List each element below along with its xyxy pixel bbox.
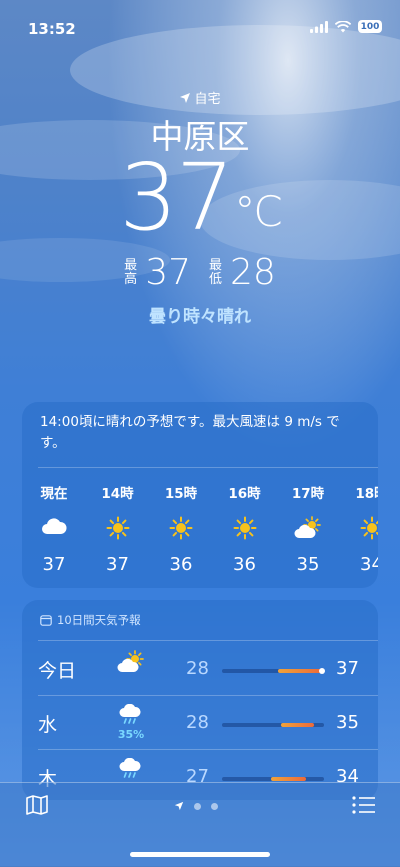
- cloud-icon: [24, 516, 84, 540]
- hour-label: 15時: [164, 486, 198, 502]
- status-icons: 100: [310, 20, 382, 33]
- hour-temp: 34: [360, 554, 378, 575]
- signal-icon: [310, 20, 328, 33]
- hour-label: 16時: [228, 486, 261, 502]
- temp-range-fill: [278, 669, 322, 673]
- hour-item: 17時 35: [278, 482, 338, 575]
- temp-value: 37: [119, 144, 234, 251]
- page-indicator[interactable]: [174, 801, 218, 811]
- location-arrow-icon: [180, 92, 191, 103]
- day-high: 37: [336, 658, 359, 679]
- home-label: 自宅: [194, 92, 221, 107]
- hour-label: 現在: [40, 486, 68, 502]
- calendar-icon: [40, 615, 52, 626]
- high-low: 最高 37 最低 28: [0, 255, 400, 291]
- hour-temp: 37: [42, 554, 66, 575]
- hourly-strip[interactable]: 現在 37 14時 37 15時 36 16時 36 17時 35 18時 34: [22, 482, 378, 582]
- rain-cloud-icon: [114, 757, 148, 784]
- day-low: 28: [186, 712, 209, 733]
- day-name: 水: [38, 714, 58, 736]
- status-time: 13:52: [28, 20, 76, 38]
- hour-label: 18時: [355, 486, 378, 502]
- high-temp: 37: [145, 252, 191, 293]
- temp-unit: °C: [234, 187, 282, 236]
- hour-item: 16時 36: [215, 482, 275, 575]
- high-label: 最高: [124, 259, 137, 287]
- hour-temp: 36: [233, 554, 256, 575]
- row-divider: [38, 749, 378, 750]
- hourly-divider: [38, 467, 378, 468]
- hour-item: 18時 34: [342, 482, 378, 575]
- rain-cloud-icon: 35%: [114, 703, 148, 741]
- daily-title-text: 10日間天気予報: [57, 613, 141, 627]
- precip-chance: 35%: [117, 728, 145, 741]
- hourly-forecast-card[interactable]: 14:00頃に晴れの予想です。最大風速は 9 m/s です。 現在 37 14時 37…: [22, 402, 378, 588]
- temp-range-fill: [281, 723, 314, 727]
- current-temp-dot: [318, 668, 325, 674]
- page-dot[interactable]: [211, 802, 218, 810]
- hour-temp: 36: [169, 554, 193, 575]
- row-divider: [38, 695, 378, 696]
- sun-icon: [88, 516, 148, 540]
- hour-label: 14時: [101, 486, 134, 502]
- hour-temp: 37: [106, 554, 129, 575]
- location-page-icon[interactable]: [174, 801, 184, 811]
- list-icon[interactable]: [352, 796, 376, 814]
- forecast-summary: 14:00頃に晴れの予想です。最大風速は 9 m/s です。: [40, 414, 340, 451]
- low-label: 最低: [209, 259, 222, 287]
- low-temp: 28: [230, 252, 276, 293]
- low-label-top: 最: [209, 258, 223, 273]
- partly-cloudy-icon: [114, 650, 148, 678]
- battery-indicator: 100: [358, 20, 382, 33]
- low-label-bottom: 低: [209, 272, 223, 287]
- day-row[interactable]: 今日 28 37: [22, 648, 378, 688]
- high-label-bottom: 高: [124, 272, 138, 287]
- home-indicator[interactable]: [130, 852, 270, 857]
- sun-icon: [151, 516, 211, 540]
- day-row[interactable]: 水 35% 28 35: [22, 702, 378, 742]
- hour-item: 14時 37: [88, 482, 148, 575]
- sun-icon: [215, 516, 275, 540]
- partly-cloudy-icon: [278, 516, 338, 540]
- day-name: 今日: [38, 660, 77, 682]
- day-low: 28: [186, 658, 209, 679]
- hour-temp: 35: [296, 554, 320, 575]
- temp-range-bar: [222, 777, 324, 781]
- hour-label: 17時: [291, 486, 325, 502]
- daily-forecast-card[interactable]: 10日間天気予報 今日 28 37 水 35% 28 35 木 27 34: [22, 600, 378, 800]
- temp-range-bar: [222, 723, 324, 727]
- current-temperature: 37°C: [0, 148, 400, 248]
- daily-title: 10日間天気予報: [40, 612, 141, 628]
- location-line: 自宅: [0, 88, 400, 107]
- high-label-top: 最: [124, 258, 138, 273]
- temp-range-bar: [222, 668, 325, 674]
- map-icon[interactable]: [26, 795, 48, 815]
- page-dot[interactable]: [194, 802, 201, 810]
- sun-icon: [342, 516, 378, 540]
- daily-divider: [38, 640, 378, 641]
- condition-text: 曇り時々晴れ: [149, 307, 251, 327]
- temp-range-fill: [270, 777, 306, 781]
- hour-item: 15時 36: [151, 482, 211, 575]
- hour-item: 現在 37: [24, 482, 84, 575]
- wifi-icon: [335, 20, 351, 32]
- day-high: 35: [336, 712, 359, 733]
- status-bar: 13:52 100: [0, 0, 400, 44]
